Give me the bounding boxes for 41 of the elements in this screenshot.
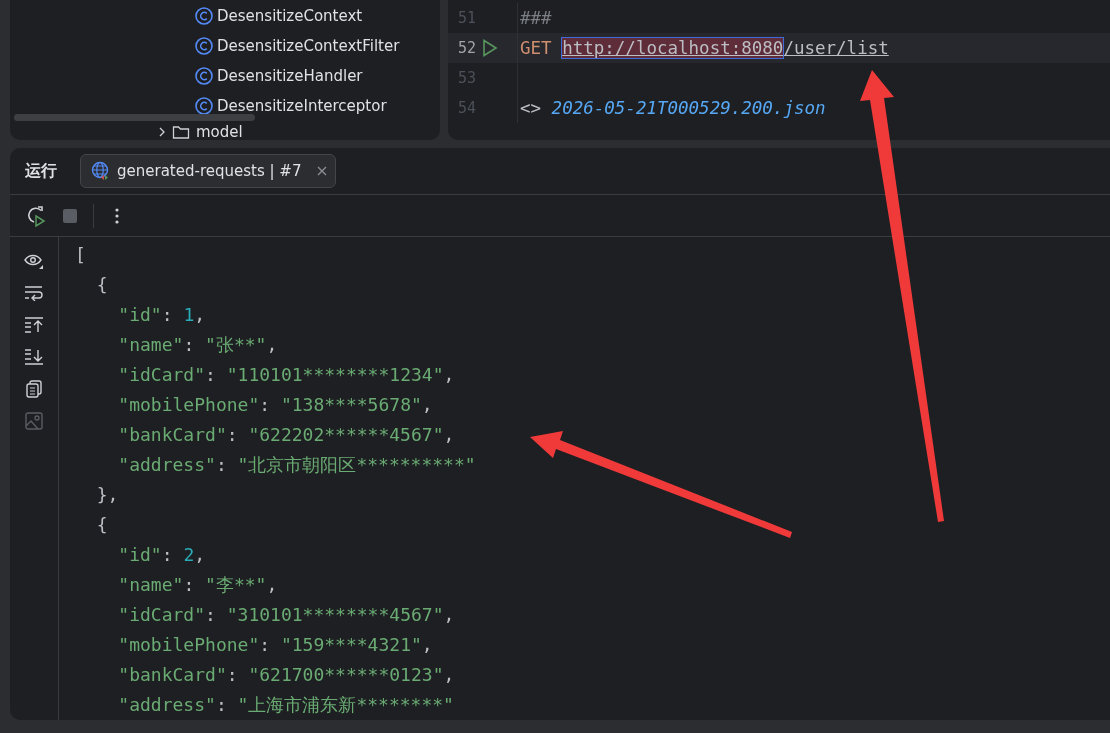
code-line: "idCard": "110101********1234", — [117, 363, 456, 387]
line-number: 52 — [456, 39, 476, 57]
tree-item[interactable]: model — [196, 123, 243, 140]
code-line: GET http://localhost:8080/user/list — [519, 38, 889, 58]
class-icon — [195, 37, 213, 55]
code-line: "idCard": "310101********4567", — [117, 603, 456, 627]
code-line: "address": "上海市浦东新********" — [117, 693, 455, 717]
class-icon — [195, 67, 213, 85]
class-icon — [195, 7, 213, 25]
panel-title: 运行 — [25, 160, 57, 182]
copy-icon[interactable] — [24, 379, 44, 399]
code-line: [ — [75, 243, 87, 267]
run-tab[interactable]: generated-requests | #7 — [80, 154, 337, 189]
globe-icon — [91, 161, 111, 182]
scroll-top-icon[interactable] — [24, 315, 44, 335]
class-icon — [195, 97, 213, 115]
code-line: "bankCard": "622202******4567", — [117, 423, 456, 447]
tree-item[interactable]: DesensitizeContextFilter — [217, 37, 400, 55]
tree-item[interactable]: DesensitizeContext — [217, 7, 363, 25]
rerun-icon[interactable] — [25, 204, 47, 227]
code-line: { — [95, 513, 109, 537]
code-line: "bankCard": "621700******0123", — [117, 663, 456, 687]
code-line: "address": "北京市朝阳区**********" — [117, 453, 476, 477]
code-line: { — [95, 273, 109, 297]
code-line: <> 2026-05-21T000529.200.json — [519, 98, 826, 118]
code-line: "name": "李**", — [117, 573, 279, 597]
code-line: "id": 2, — [117, 543, 207, 567]
close-icon[interactable] — [317, 166, 328, 177]
folder-icon — [172, 124, 190, 140]
run-icon[interactable] — [482, 39, 498, 57]
scrollbar[interactable] — [14, 114, 255, 121]
code-line: "name": "张**", — [117, 333, 279, 357]
code-line: "mobilePhone": "138****5678", — [117, 393, 434, 417]
code-line: "id": 1, — [117, 303, 207, 327]
code-line: }, — [95, 483, 120, 507]
code-line: "mobilePhone": "159****4321", — [117, 633, 434, 657]
scroll-bottom-icon[interactable] — [24, 347, 44, 367]
tree-item[interactable]: DesensitizeInterceptor — [217, 97, 387, 115]
tree-item[interactable]: DesensitizeHandler — [217, 67, 363, 85]
wrap-icon[interactable] — [24, 283, 44, 303]
code-line: ### — [519, 8, 552, 28]
